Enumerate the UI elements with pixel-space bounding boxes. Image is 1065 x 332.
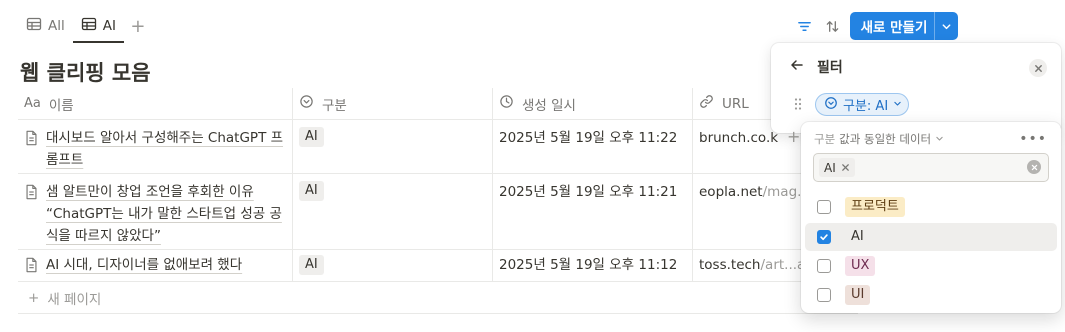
filter-panel: 필터 구분: AI +: [771, 43, 1061, 146]
page-icon: [24, 127, 40, 166]
view-tabs: All AI +: [18, 10, 150, 43]
checkbox-checked[interactable]: [817, 230, 831, 244]
category-cell[interactable]: AI: [293, 174, 493, 249]
column-label: 이름: [48, 97, 74, 114]
row-title[interactable]: 대시보드 알아서 구성해주는 ChatGPT 프롬프트: [46, 127, 286, 168]
checkbox[interactable]: [817, 200, 831, 214]
new-button-label: 새로 만들기: [860, 20, 928, 36]
more-icon[interactable]: •••: [1019, 131, 1047, 147]
category-tag: AI: [299, 127, 324, 147]
clear-icon[interactable]: [1027, 160, 1041, 174]
row-title[interactable]: 샘 알트만이 창업 조언을 후회한 이유 “ChatGPT는 내가 말한 스타트…: [46, 181, 286, 244]
row-title[interactable]: AI 시대, 디자이너를 없애보려 했다: [46, 254, 242, 274]
option-tag: UI: [845, 285, 871, 305]
created-cell[interactable]: 2025년 5월 19일 오후 11:12: [493, 250, 693, 281]
category-cell[interactable]: AI: [293, 250, 493, 281]
page-icon: [24, 181, 40, 242]
checkbox[interactable]: [817, 288, 831, 302]
name-cell[interactable]: 대시보드 알아서 구성해주는 ChatGPT 프롬프트: [18, 120, 293, 173]
table-icon: [81, 16, 97, 36]
table-row[interactable]: AI 시대, 디자이너를 없애보려 했다 AI 2025년 5월 19일 오후 …: [18, 250, 858, 282]
select-icon: [824, 96, 838, 114]
tab-label: AI: [102, 18, 116, 34]
url-domain[interactable]: brunch.co.k: [699, 130, 778, 146]
select-icon: [299, 94, 314, 113]
option-product[interactable]: 프로덕트: [805, 193, 1057, 221]
created-cell[interactable]: 2025년 5월 19일 오후 11:21: [493, 174, 693, 249]
column-label: 생성 일시: [522, 97, 576, 114]
chevron-down-icon: [893, 97, 902, 112]
table-icon: [26, 16, 42, 36]
database-table: Aa 이름 구분 생성 일시 URL 대시보드 알아서 구성해주는 ChatGP…: [18, 88, 858, 314]
new-button[interactable]: 새로 만들기: [850, 12, 958, 40]
close-icon[interactable]: [1029, 59, 1047, 77]
add-filter-icon[interactable]: +: [787, 127, 800, 146]
selected-option-chip[interactable]: AI: [819, 158, 855, 177]
text-property-icon: Aa: [24, 96, 41, 111]
remove-icon[interactable]: [841, 161, 850, 175]
table-header: Aa 이름 구분 생성 일시 URL: [18, 88, 858, 120]
option-ux[interactable]: UX: [805, 252, 1057, 280]
category-tag: AI: [299, 181, 324, 201]
drag-handle-icon[interactable]: [793, 97, 803, 115]
tab-label: All: [48, 18, 65, 34]
option-tag: UX: [845, 256, 876, 276]
url-domain[interactable]: toss.tech: [699, 257, 761, 273]
page-title: 웹 클리핑 모음: [20, 61, 151, 85]
filter-chip[interactable]: 구분: AI: [815, 93, 910, 116]
add-view-icon[interactable]: +: [126, 14, 150, 38]
condition-property: 구분: [814, 132, 836, 146]
filter-panel-header: 필터: [789, 57, 843, 77]
arrow-left-icon[interactable]: [789, 57, 805, 77]
tab-ai[interactable]: AI: [72, 10, 125, 43]
name-cell[interactable]: 샘 알트만이 창업 조언을 후회한 이유 “ChatGPT는 내가 말한 스타트…: [18, 174, 293, 249]
option-tag: 프로덕트: [845, 197, 905, 217]
plus-icon: +: [28, 289, 40, 306]
filter-options-dropdown: 구분 값과 동일한 데이터 ••• AI 프로덕트 AI UX UI: [801, 122, 1061, 313]
chevron-down-icon: [935, 132, 944, 146]
checkbox[interactable]: [817, 259, 831, 273]
filter-panel-title: 필터: [817, 60, 843, 76]
sort-icon[interactable]: [820, 14, 844, 38]
name-cell[interactable]: AI 시대, 디자이너를 없애보려 했다: [18, 250, 293, 281]
column-header-created[interactable]: 생성 일시: [493, 88, 693, 119]
url-domain[interactable]: eopla.net: [699, 184, 763, 200]
filter-icon[interactable]: [792, 14, 816, 38]
option-ai[interactable]: AI: [805, 223, 1057, 251]
new-page-label: 새 페이지: [47, 291, 102, 308]
chevron-down-icon[interactable]: [934, 12, 958, 40]
category-cell[interactable]: AI: [293, 120, 493, 173]
option-tag: AI: [845, 227, 870, 247]
filter-condition[interactable]: 구분 값과 동일한 데이터: [814, 131, 944, 147]
table-row[interactable]: 샘 알트만이 창업 조언을 후회한 이유 “ChatGPT는 내가 말한 스타트…: [18, 174, 858, 250]
clock-icon: [499, 94, 514, 113]
new-page-row[interactable]: + 새 페이지: [18, 282, 858, 314]
link-icon: [699, 94, 714, 113]
condition-operator: 값과 동일한 데이터: [839, 132, 932, 146]
column-header-category[interactable]: 구분: [293, 88, 493, 119]
tab-all[interactable]: All: [18, 10, 73, 42]
column-label: 구분: [322, 97, 347, 114]
page-icon: [24, 254, 40, 274]
option-search-input[interactable]: AI: [813, 153, 1049, 182]
selected-option-label: AI: [824, 160, 836, 175]
column-label: URL: [722, 95, 749, 112]
category-tag: AI: [299, 255, 324, 275]
created-cell[interactable]: 2025년 5월 19일 오후 11:22: [493, 120, 693, 173]
table-row[interactable]: 대시보드 알아서 구성해주는 ChatGPT 프롬프트 AI 2025년 5월 …: [18, 120, 858, 174]
filter-chip-label: 구분: AI: [843, 99, 889, 114]
option-ui[interactable]: UI: [805, 281, 1057, 309]
column-header-name[interactable]: Aa 이름: [18, 88, 293, 119]
